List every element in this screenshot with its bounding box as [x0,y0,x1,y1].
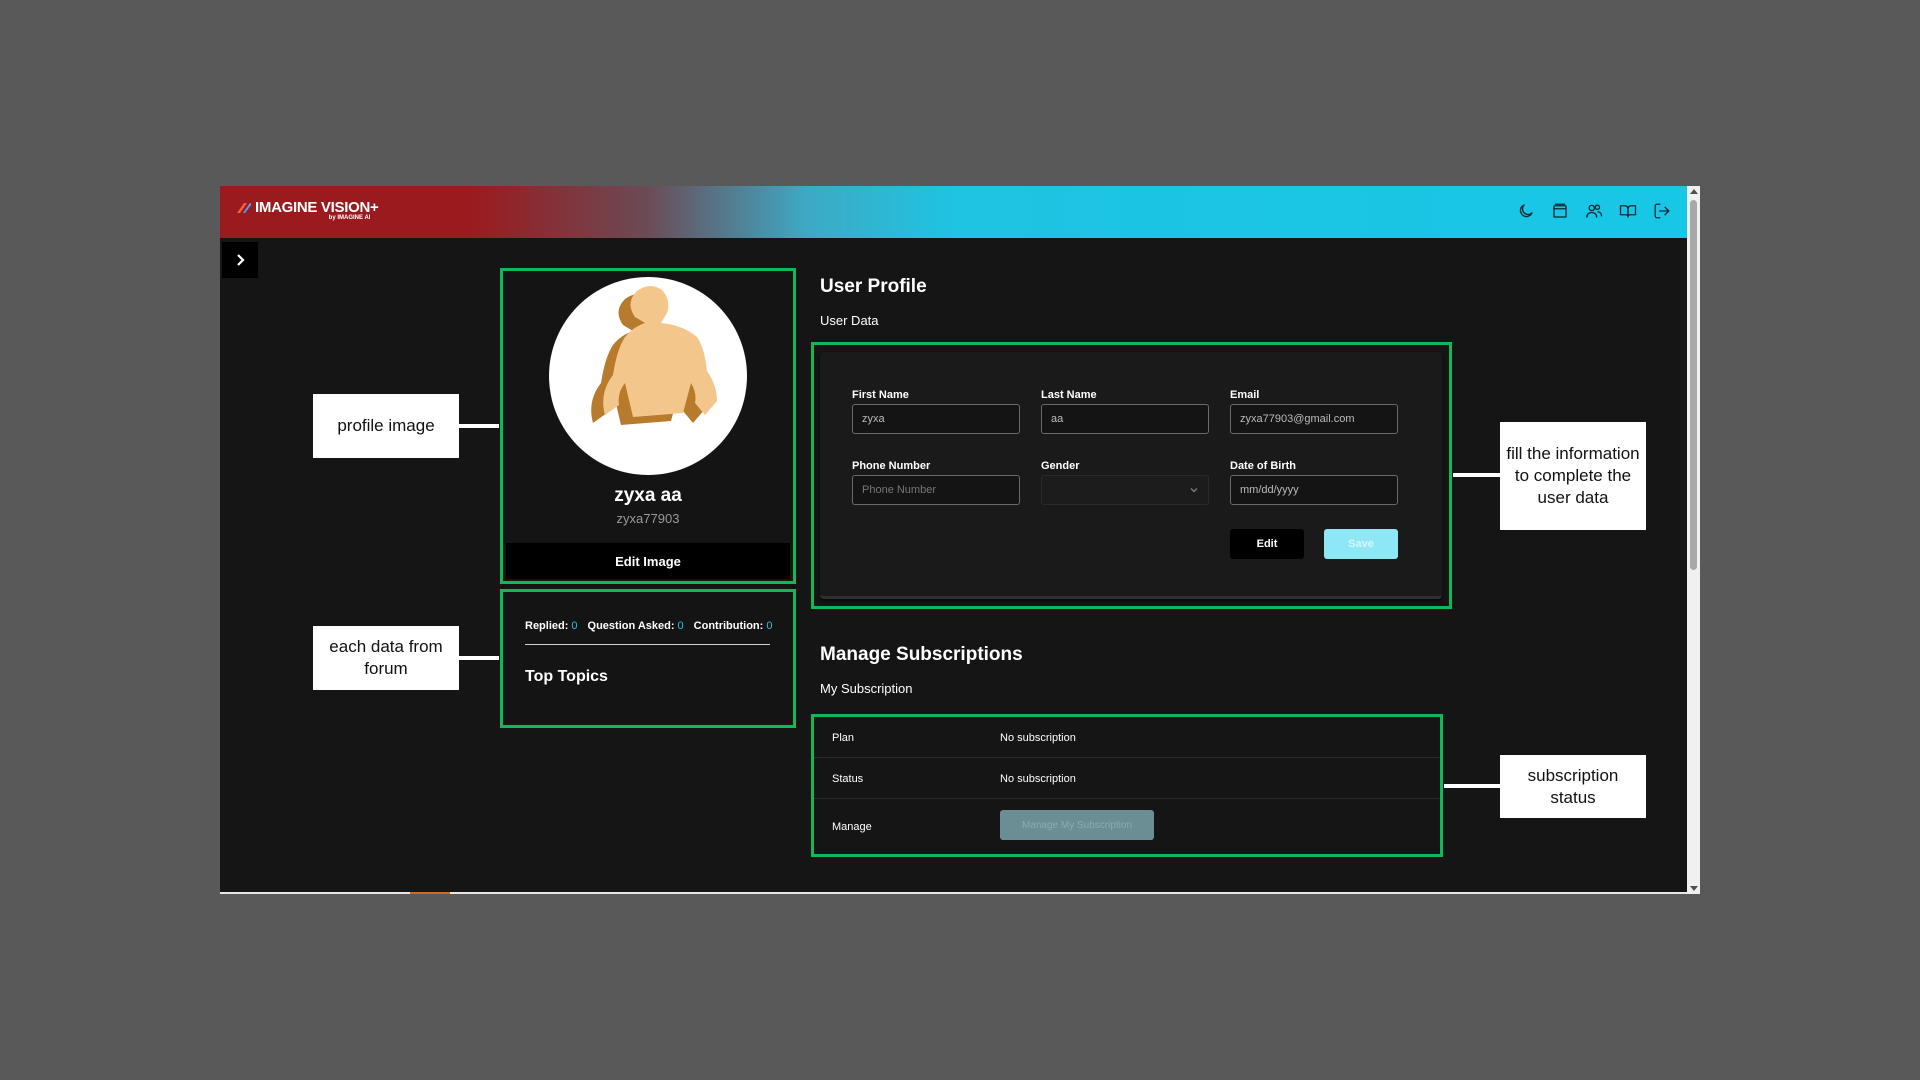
manage-subscription-button[interactable]: Manage My Subscription [1000,810,1154,840]
annotation-forum-data: each data from forum [313,626,459,690]
email-label: Email [1230,389,1260,401]
annotation-connector [459,424,499,428]
phone-label: Phone Number [852,460,931,472]
users-icon[interactable] [1583,200,1605,222]
edit-image-button[interactable]: Edit Image [506,543,790,579]
layout-icon[interactable] [1549,200,1571,222]
profile-card: zyxa aa zyxa77903 Edit Image [500,268,796,584]
first-name-label: First Name [852,389,909,401]
bottom-border [220,892,1687,894]
plan-value: No subscription [1000,732,1076,744]
page-title: User Profile [820,276,927,297]
status-value: No subscription [1000,773,1076,785]
last-name-label: Last Name [1041,389,1097,401]
replied-count: 0 [571,620,578,632]
top-topics-heading: Top Topics [525,668,608,685]
first-name-field[interactable]: zyxa [852,404,1020,434]
gender-label: Gender [1041,460,1080,472]
profile-username: zyxa77903 [616,511,680,526]
gender-select[interactable] [1041,475,1209,505]
user-data-form: First Name zyxa Last Name aa Email zyxa7… [811,342,1452,609]
plan-label: Plan [832,732,855,744]
logout-icon[interactable] [1651,200,1673,222]
annotation-subscription: subscription status [1500,755,1646,818]
contribution-count: 0 [766,620,773,632]
question-label: Question Asked: [587,620,675,632]
user-data-panel: First Name zyxa Last Name aa Email zyxa7… [820,352,1442,599]
annotation-user-data: fill the information to complete the use… [1500,422,1646,530]
edit-button[interactable]: Edit [1230,529,1304,559]
subscription-table: Plan No subscription Status No subscript… [811,714,1443,857]
phone-field[interactable]: Phone Number [852,475,1020,505]
contribution-label: Contribution: [693,620,764,632]
sidebar-toggle-button[interactable] [222,242,258,278]
last-name-field[interactable]: aa [1041,404,1209,434]
table-row: Status No subscription [814,758,1440,799]
annotation-connector [1453,473,1500,477]
avatar-figure-icon [591,286,717,425]
user-data-heading: User Data [820,313,879,328]
annotation-profile-image: profile image [313,394,459,458]
dob-field[interactable]: mm/dd/yyyy [1230,475,1398,505]
status-label: Status [832,773,864,785]
annotation-connector [459,656,499,660]
scrollbar-thumb[interactable] [1690,200,1697,570]
save-button[interactable]: Save [1324,529,1398,559]
dob-label: Date of Birth [1230,460,1296,472]
table-row: Manage Manage My Subscription [814,799,1440,854]
contribution-stat: Contribution: 0 [694,620,773,632]
book-icon[interactable] [1617,200,1639,222]
chevron-down-icon [1190,487,1198,493]
moon-icon[interactable] [1515,200,1537,222]
replied-stat: Replied: 0 [525,620,578,632]
replied-label: Replied: [525,620,569,632]
subscriptions-title: Manage Subscriptions [820,644,1023,665]
app-logo[interactable]: IMAGINE VISION+ by IMAGINE AI [237,199,379,221]
email-field[interactable]: zyxa77903@gmail.com [1230,404,1398,434]
scroll-down-icon[interactable] [1690,886,1698,891]
logo-mark-icon [237,202,251,213]
question-stat: Question Asked: 0 [588,620,684,632]
manage-label: Manage [832,821,872,833]
scroll-up-icon[interactable] [1690,189,1698,194]
top-bar: IMAGINE VISION+ by IMAGINE AI [220,186,1687,238]
chevron-right-icon [237,254,245,266]
logo-text: IMAGINE VISION+ [255,199,379,216]
annotation-connector [1444,784,1500,788]
forum-stats-card: Replied: 0 Question Asked: 0 Contribution:… [500,589,796,728]
scrollbar[interactable] [1687,186,1700,894]
avatar [549,277,747,475]
question-count: 0 [677,620,684,632]
divider [525,644,770,645]
profile-name: zyxa aa [614,485,682,506]
my-subscription-heading: My Subscription [820,681,913,696]
table-row: Plan No subscription [814,717,1440,758]
